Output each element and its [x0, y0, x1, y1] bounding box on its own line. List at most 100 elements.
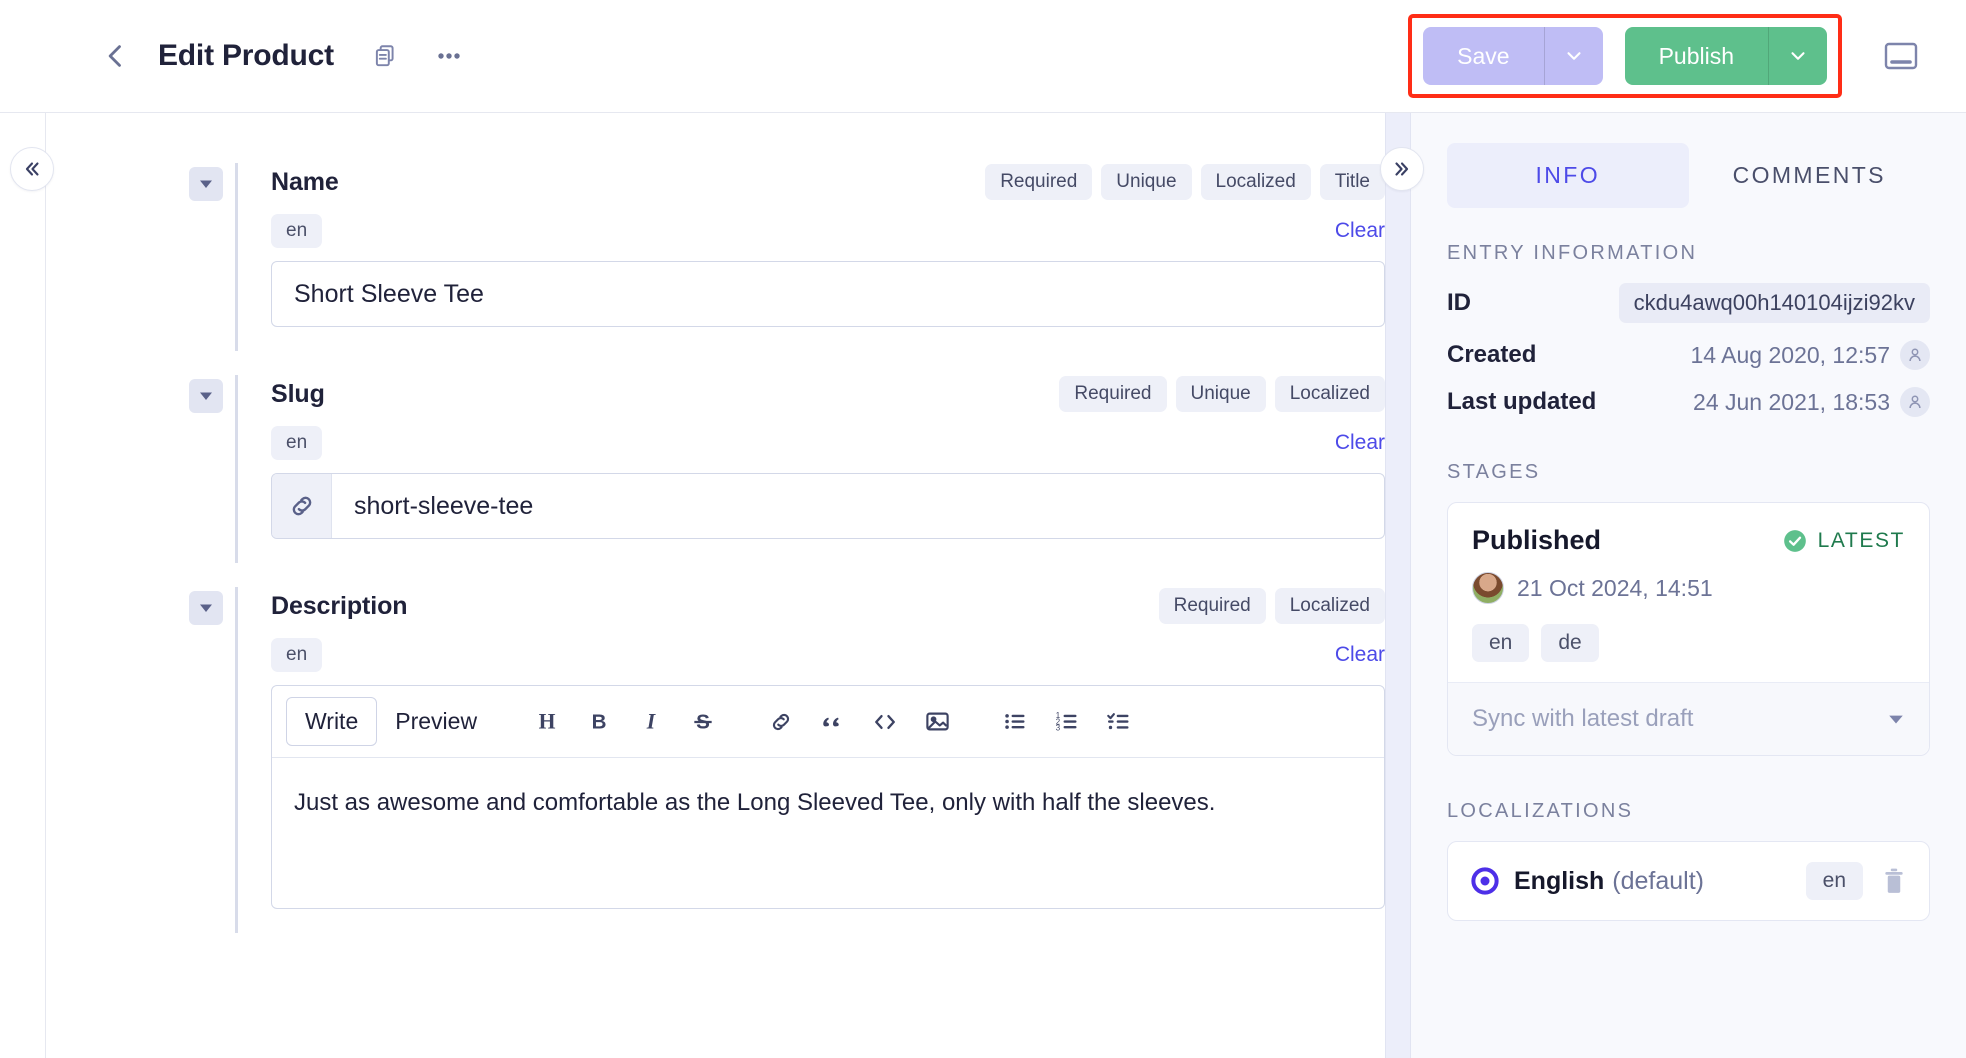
localization-code: en	[1805, 862, 1863, 900]
chevrons-left-icon	[25, 162, 39, 176]
svg-text:B: B	[592, 710, 607, 733]
tab-preview[interactable]: Preview	[377, 698, 495, 745]
stage-locale-de[interactable]: de	[1541, 624, 1599, 662]
svg-text:3: 3	[1055, 724, 1060, 733]
radio-selected-icon[interactable]	[1470, 866, 1500, 896]
image-icon	[925, 712, 949, 731]
svg-text:I: I	[646, 709, 657, 733]
name-input[interactable]: Short Sleeve Tee	[271, 261, 1385, 327]
field-collapse-toggle-description[interactable]	[189, 591, 223, 625]
field-slug: Slug Required Unique Localized en Clear	[46, 375, 1385, 563]
tab-write[interactable]: Write	[286, 697, 378, 746]
tag-unique: Unique	[1101, 164, 1192, 200]
updated-by-avatar[interactable]	[1900, 387, 1930, 417]
stage-date: 21 Oct 2024, 14:51	[1517, 574, 1713, 601]
back-button[interactable]	[88, 28, 144, 84]
latest-badge-label: LATEST	[1817, 528, 1905, 552]
tag-title: Title	[1319, 164, 1385, 200]
field-header-description: Description Required Localized	[271, 587, 1385, 625]
field-label-slug: Slug	[271, 379, 325, 408]
clear-link-name[interactable]: Clear	[1335, 219, 1385, 243]
triangle-down-icon	[200, 604, 212, 612]
chevron-down-icon	[1567, 52, 1581, 60]
strikethrough-button[interactable]: S	[677, 696, 729, 748]
heading-button[interactable]: H	[521, 696, 573, 748]
tag-required: Required	[1158, 588, 1266, 624]
save-button[interactable]: Save	[1423, 27, 1543, 85]
page-title: Edit Product	[158, 39, 334, 72]
last-updated-date: 24 Jun 2021, 18:53	[1693, 388, 1890, 415]
info-value-last-updated: 24 Jun 2021, 18:53	[1693, 387, 1930, 417]
code-icon	[875, 714, 895, 729]
clear-link-slug[interactable]: Clear	[1335, 431, 1385, 455]
field-name: Name Required Unique Localized Title en …	[46, 163, 1385, 351]
tag-unique: Unique	[1175, 376, 1266, 412]
field-description: Description Required Localized en Clear …	[46, 587, 1385, 933]
localization-row-english[interactable]: English (default) en	[1447, 841, 1930, 921]
latest-badge: LATEST	[1782, 528, 1905, 554]
tab-comments[interactable]: COMMENTS	[1689, 143, 1931, 208]
slug-input[interactable]: short-sleeve-tee	[271, 473, 1385, 539]
publish-split-button[interactable]: Publish	[1624, 27, 1827, 85]
top-toolbar: Edit Product Save Publish	[0, 0, 1966, 113]
italic-icon: I	[646, 709, 657, 733]
tab-info[interactable]: INFO	[1447, 143, 1689, 208]
markdown-tools: H B I S 1 2 3	[521, 696, 1145, 748]
ellipsis-icon	[438, 53, 460, 59]
field-tags-slug: Required Unique Localized	[1059, 376, 1385, 412]
clear-link-description[interactable]: Clear	[1335, 643, 1385, 667]
localization-default-note: (default)	[1612, 866, 1705, 895]
save-split-button[interactable]: Save	[1423, 27, 1603, 85]
checklist-icon	[1106, 713, 1129, 730]
created-by-avatar[interactable]	[1900, 340, 1930, 370]
info-row-last-updated: Last updated 24 Jun 2021, 18:53	[1447, 387, 1930, 417]
bold-button[interactable]: B	[573, 696, 625, 748]
field-label-name: Name	[271, 167, 339, 196]
sidebar-collapse-button[interactable]	[10, 147, 54, 191]
field-subheader-description: en Clear	[271, 638, 1385, 672]
localizations-heading: LOCALIZATIONS	[1447, 800, 1634, 822]
field-collapse-toggle-slug[interactable]	[189, 379, 223, 413]
publish-dropdown-button[interactable]	[1769, 27, 1827, 85]
field-tags-description: Required Localized	[1158, 588, 1385, 624]
more-options-button[interactable]	[424, 31, 474, 81]
duplicate-icon	[375, 45, 394, 67]
code-button[interactable]	[859, 696, 911, 748]
insert-link-button[interactable]	[755, 696, 807, 748]
sync-label: Sync with latest draft	[1472, 705, 1694, 732]
field-body-description: Description Required Localized en Clear …	[235, 587, 1385, 933]
checklist-button[interactable]	[1093, 696, 1145, 748]
sync-caret	[1887, 712, 1905, 726]
field-body-name: Name Required Unique Localized Title en …	[235, 163, 1385, 351]
blockquote-button[interactable]	[807, 696, 859, 748]
entry-id-pill[interactable]: ckdu4awq00h140104ijzi92kv	[1618, 283, 1930, 323]
description-textarea[interactable]: Just as awesome and comfortable as the L…	[272, 758, 1384, 908]
locale-chip-en[interactable]: en	[271, 426, 323, 460]
locale-chip-en[interactable]: en	[271, 638, 323, 672]
tag-required: Required	[1059, 376, 1167, 412]
delete-localization-button[interactable]	[1881, 867, 1907, 895]
field-header-name: Name Required Unique Localized Title	[271, 163, 1385, 201]
insert-image-button[interactable]	[911, 696, 963, 748]
bulleted-list-button[interactable]	[989, 696, 1041, 748]
locale-chip-en[interactable]: en	[271, 214, 323, 248]
stage-title-row: Published LATEST	[1472, 525, 1905, 556]
field-body-slug: Slug Required Unique Localized en Clear	[235, 375, 1385, 563]
italic-button[interactable]: I	[625, 696, 677, 748]
publish-button[interactable]: Publish	[1625, 27, 1768, 85]
info-value-id: ckdu4awq00h140104ijzi92kv	[1618, 283, 1930, 323]
info-panel-expand-button[interactable]	[1380, 147, 1424, 191]
tag-localized: Localized	[1274, 376, 1385, 412]
bold-icon: B	[592, 710, 607, 733]
save-dropdown-button[interactable]	[1545, 27, 1603, 85]
duplicate-button[interactable]	[360, 31, 410, 81]
numbered-list-button[interactable]: 1 2 3	[1041, 696, 1093, 748]
sync-with-latest-draft-select[interactable]: Sync with latest draft	[1448, 682, 1929, 755]
panel-toggle-button[interactable]	[1876, 31, 1926, 81]
primary-actions-highlight: Save Publish	[1408, 14, 1842, 98]
strikethrough-icon: S	[694, 710, 712, 733]
stage-locale-en[interactable]: en	[1472, 624, 1530, 662]
link-icon-addon	[272, 474, 332, 538]
stage-card-published: Published LATEST 21 Oct 2024, 14:51 en d…	[1447, 502, 1930, 756]
field-collapse-toggle-name[interactable]	[189, 167, 223, 201]
